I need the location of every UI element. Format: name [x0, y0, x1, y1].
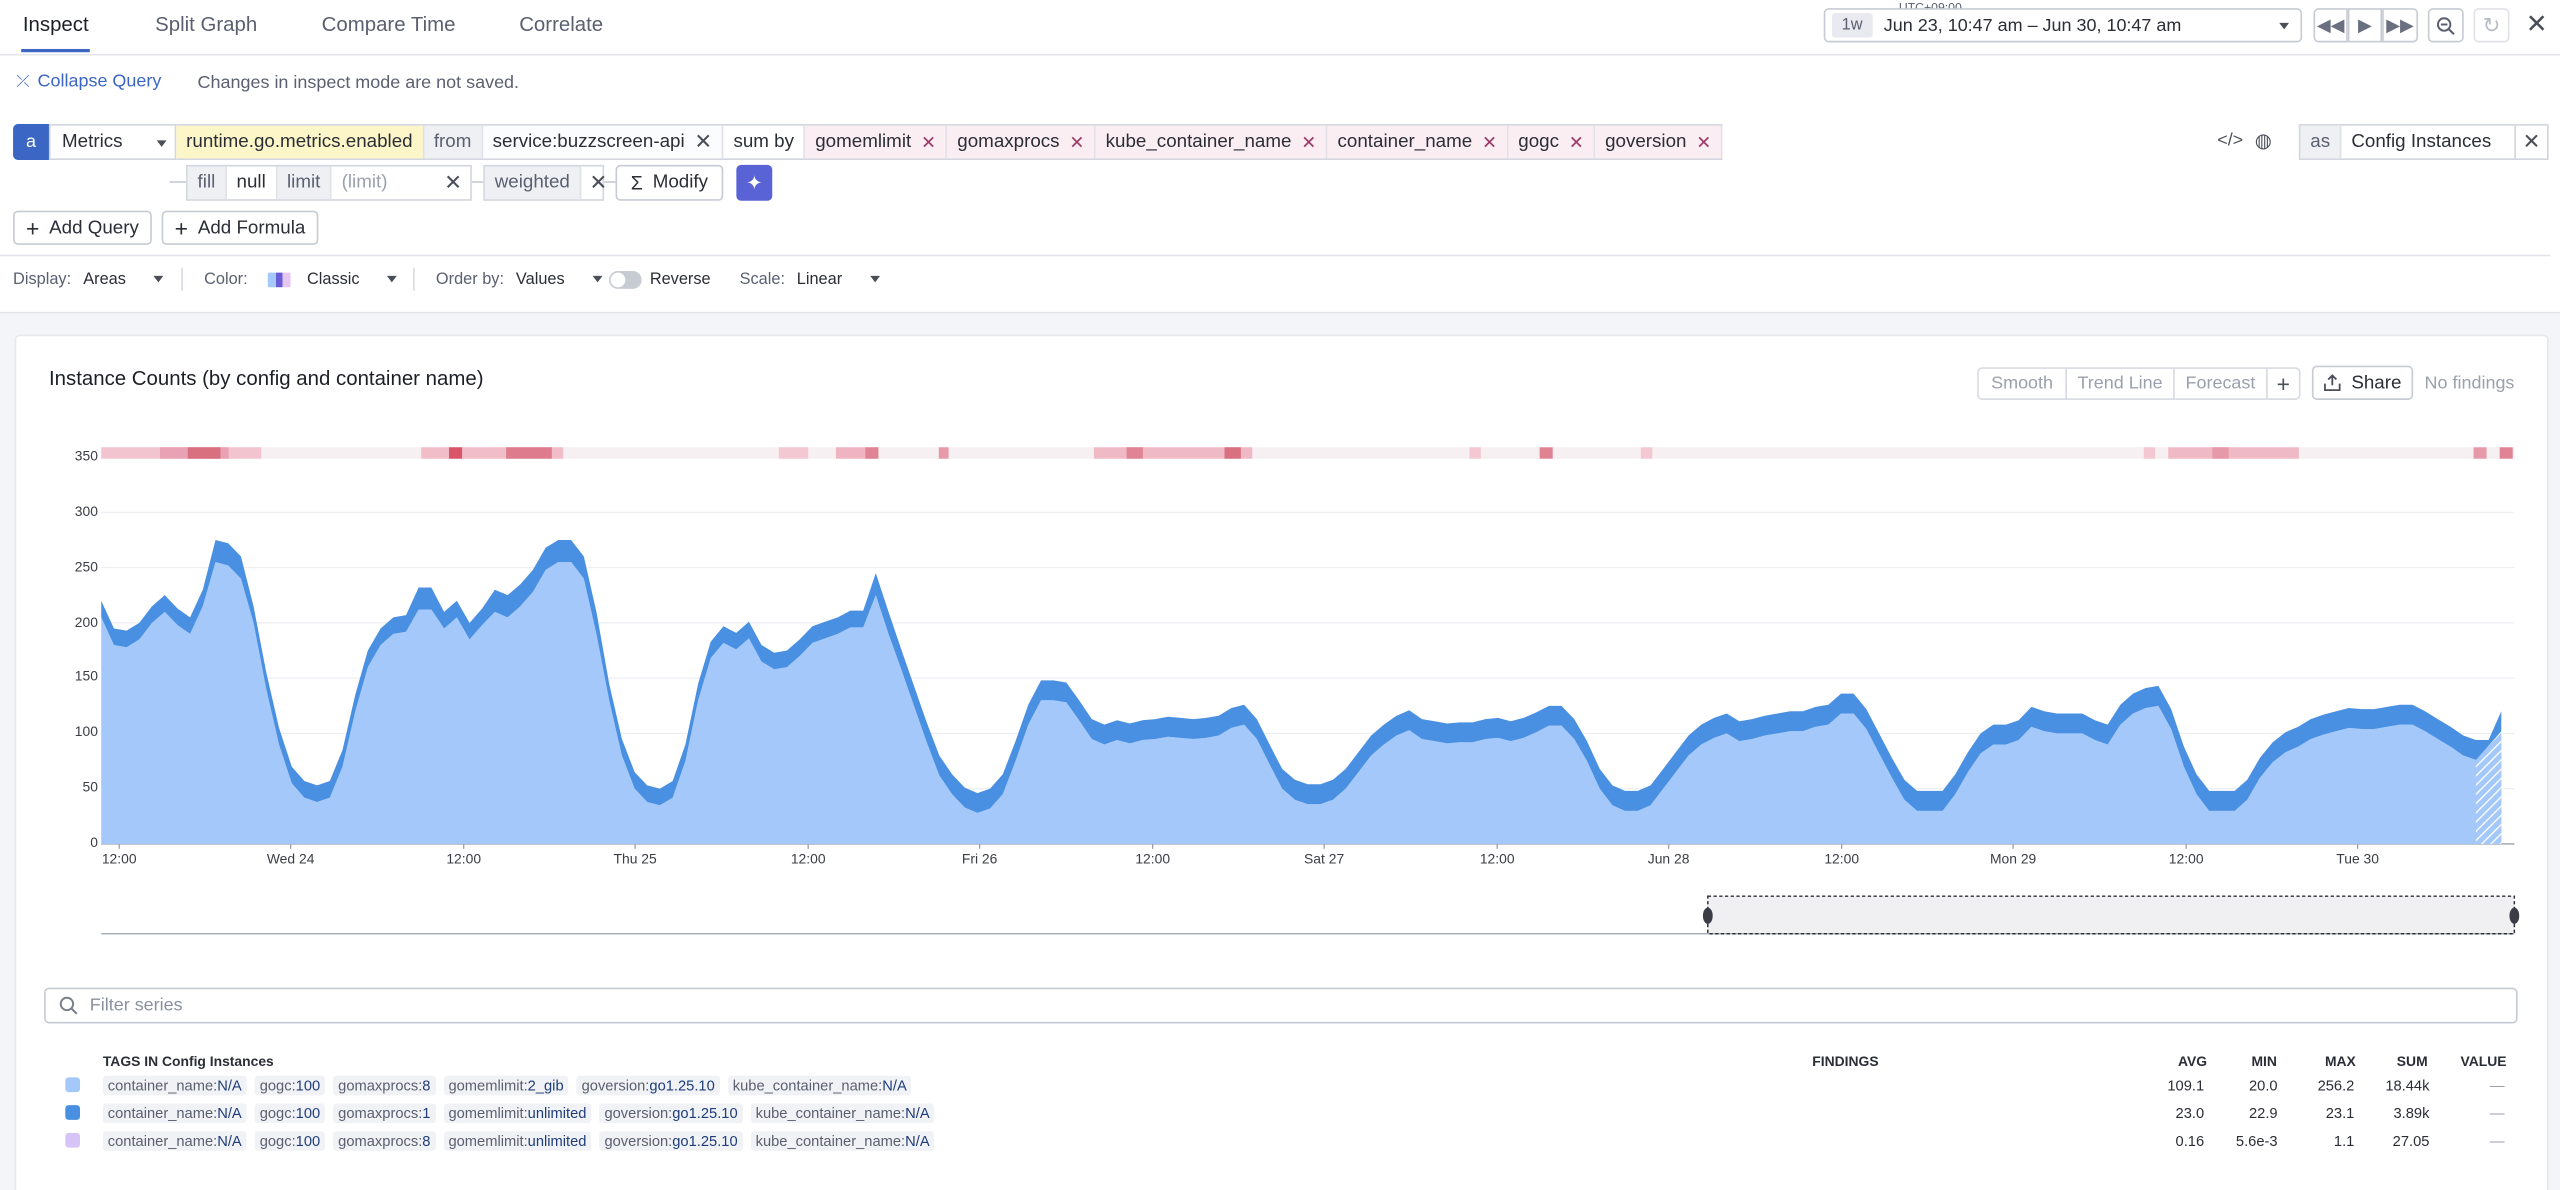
tag-chip[interactable]: kube_container_name:N/A — [750, 1131, 935, 1151]
x-tick-label: 12:00 — [790, 850, 826, 867]
tag-chip[interactable]: gogc:100 — [254, 1103, 326, 1124]
legend-avg-cell: 0.16 — [2175, 1132, 2205, 1150]
heat-cell — [2499, 447, 2513, 459]
heat-cell — [938, 447, 949, 459]
x-tick-label: 12:00 — [2168, 850, 2204, 867]
filter-series-input[interactable]: Filter series — [44, 987, 2518, 1024]
heat-cell — [2168, 447, 2299, 459]
navigator-handle-right — [2509, 907, 2520, 924]
value-header[interactable]: VALUE — [2460, 1053, 2506, 1069]
tag-chip[interactable]: kube_container_name:N/A — [727, 1075, 912, 1096]
tag-chip[interactable]: container_name:N/A — [102, 1075, 247, 1096]
heat-cell — [1640, 447, 1653, 459]
heat-cell — [2143, 447, 2156, 459]
min-header[interactable]: MIN — [2251, 1053, 2276, 1069]
legend-avg-cell: 109.1 — [2167, 1077, 2205, 1094]
heat-cell — [1469, 447, 1481, 459]
heat-cell — [1126, 447, 1143, 459]
legend-sum-cell: 3.89k — [2393, 1105, 2430, 1122]
heat-cell — [448, 447, 463, 459]
tag-chip[interactable]: goversion:go1.25.10 — [599, 1103, 743, 1124]
tag-chip[interactable]: gomemlimit:2_gib — [443, 1075, 569, 1096]
tag-chip[interactable]: gogc:100 — [254, 1075, 326, 1096]
legend-avg-cell: 23.0 — [2175, 1105, 2205, 1122]
chart-areas — [101, 539, 2502, 844]
search-icon — [59, 996, 78, 1015]
legend-row-tags[interactable]: container_name:N/A gogc:100 gomaxprocs:1 go… — [102, 1103, 943, 1124]
heat-cell — [1224, 447, 1241, 459]
heat-cell — [1539, 447, 1553, 459]
legend-min-cell: 20.0 — [2248, 1077, 2278, 1094]
findings-header: FINDINGS — [1812, 1052, 1879, 1070]
legend-max-cell: 256.2 — [2317, 1077, 2355, 1094]
x-tick-label: 12:00 — [1479, 850, 1515, 867]
heat-cell — [187, 447, 221, 459]
x-tick-label: Wed 24 — [266, 850, 315, 867]
x-tick-label: Mon 29 — [1989, 850, 2037, 867]
tag-chip[interactable]: goversion:go1.25.10 — [599, 1131, 743, 1151]
tag-chip[interactable]: gomaxprocs:8 — [333, 1075, 436, 1096]
legend-min-cell: 5.6e-3 — [2235, 1132, 2278, 1150]
x-tick-label: Thu 25 — [613, 850, 657, 867]
tag-chip[interactable]: gomemlimit:unlimited — [443, 1103, 592, 1124]
heat-cell — [865, 447, 879, 459]
sum-header[interactable]: SUM — [2397, 1053, 2428, 1069]
legend-value-cell: — — [2489, 1077, 2505, 1094]
legend-row-tags[interactable]: container_name:N/A gogc:100 gomaxprocs:8 go… — [102, 1131, 943, 1151]
filter-placeholder: Filter series — [89, 995, 183, 1016]
tag-chip[interactable]: container_name:N/A — [102, 1131, 247, 1151]
findings-heat-strip — [101, 447, 2515, 459]
x-tick-label: Tue 30 — [2336, 850, 2379, 867]
heat-cell — [506, 447, 552, 459]
navigator-selection — [1707, 895, 2516, 935]
heat-cell — [2473, 447, 2487, 459]
tag-chip[interactable]: goversion:go1.25.10 — [576, 1075, 720, 1096]
navigator-handle-left — [1702, 907, 1713, 924]
legend-value-cell: — — [2489, 1132, 2505, 1150]
legend-max-cell: 23.1 — [2325, 1105, 2355, 1122]
series-color-swatch[interactable] — [65, 1077, 81, 1093]
x-tick-label: 12:00 — [101, 850, 137, 867]
legend-sum-cell: 18.44k — [2385, 1077, 2430, 1094]
legend-row-tags[interactable]: container_name:N/A gogc:100 gomaxprocs:8 go… — [102, 1075, 920, 1096]
series-color-swatch[interactable] — [65, 1105, 81, 1120]
x-tick-label: Sat 27 — [1304, 850, 1345, 867]
legend-sum-cell: 27.05 — [2392, 1132, 2430, 1150]
tag-chip[interactable]: gomemlimit:unlimited — [443, 1131, 592, 1151]
legend-value-cell: — — [2489, 1105, 2505, 1122]
tag-chip[interactable]: gogc:100 — [254, 1131, 326, 1151]
tag-chip[interactable]: gomaxprocs:8 — [333, 1131, 436, 1151]
avg-header[interactable]: AVG — [2178, 1053, 2207, 1069]
x-tick-label: Jun 28 — [1647, 850, 1690, 867]
x-tick-label: 12:00 — [1824, 850, 1860, 867]
max-header[interactable]: MAX — [2325, 1053, 2356, 1069]
x-tick-label: 12:00 — [1135, 850, 1171, 867]
legend-min-cell: 22.9 — [2248, 1105, 2278, 1122]
x-tick-label: Fri 26 — [961, 850, 998, 867]
heat-cell — [2212, 447, 2229, 459]
x-tick-label: 12:00 — [446, 850, 482, 867]
tag-chip[interactable]: gomaxprocs:1 — [333, 1103, 436, 1124]
tag-chip[interactable]: kube_container_name:N/A — [750, 1103, 935, 1124]
tag-chip[interactable]: container_name:N/A — [102, 1103, 247, 1124]
series-color-swatch[interactable] — [65, 1132, 81, 1148]
heat-cell — [778, 447, 809, 459]
time-navigator[interactable] — [101, 895, 2520, 935]
tags-header: TAGS IN Config Instances — [102, 1052, 274, 1070]
legend-max-cell: 1.1 — [2333, 1132, 2355, 1150]
